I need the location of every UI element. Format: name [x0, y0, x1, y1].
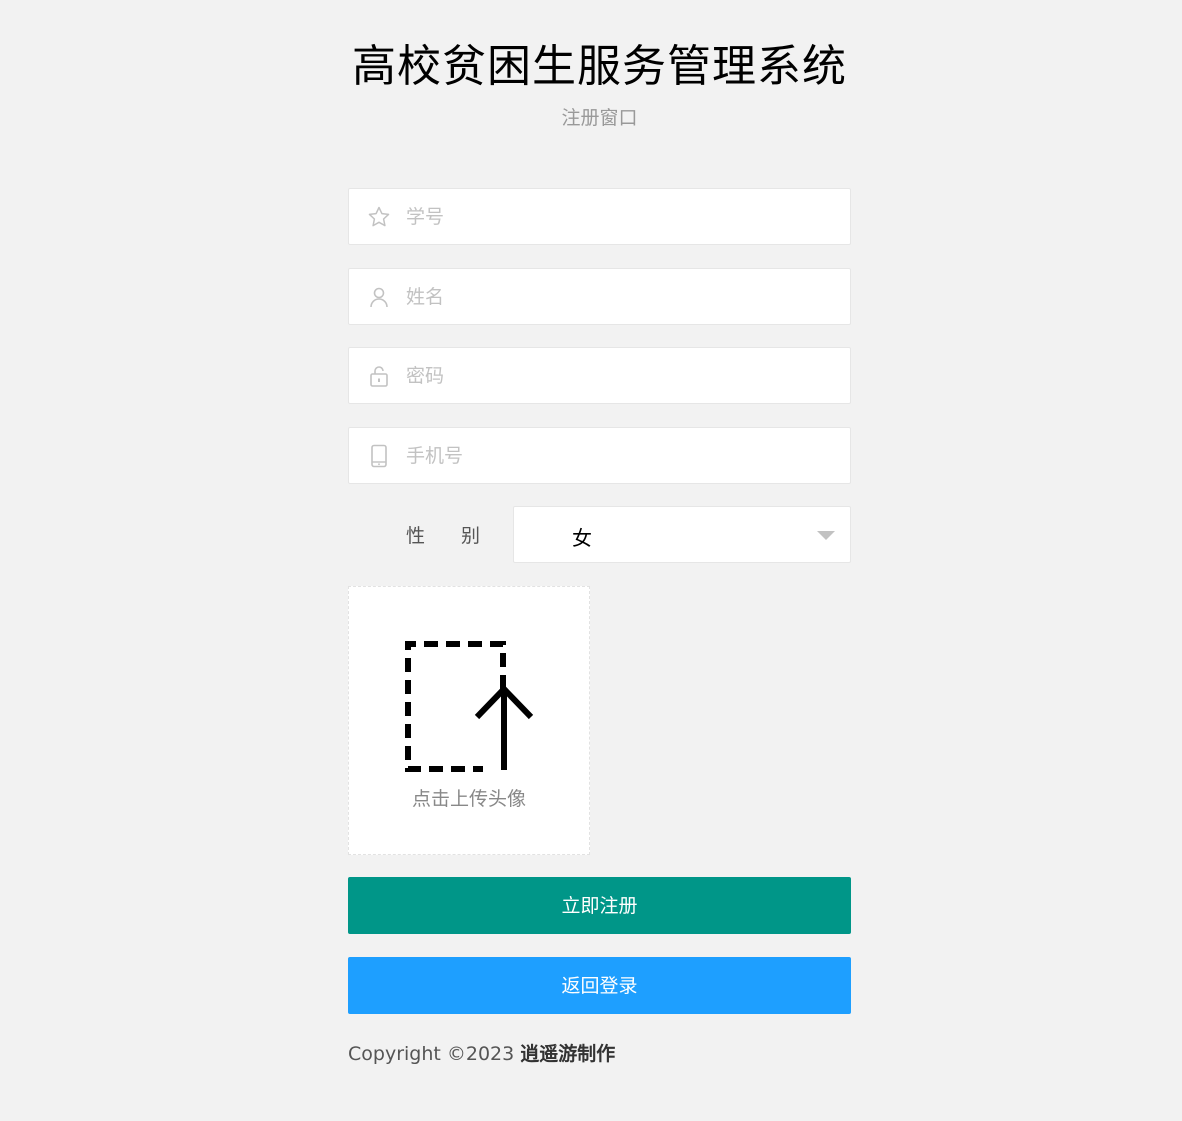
phone-icon	[367, 444, 391, 468]
caret-down-icon	[817, 531, 835, 540]
name-field	[348, 268, 851, 325]
page-title: 高校贫困生服务管理系统	[352, 41, 847, 92]
star-icon	[367, 205, 391, 229]
page-subtitle: 注册窗口	[561, 107, 638, 129]
gender-label: 性别	[406, 525, 517, 547]
footer: Copyright ©2023 逍遥游制作	[348, 1039, 615, 1066]
back-to-login-button[interactable]: 返回登录	[348, 957, 851, 1014]
name-input[interactable]	[406, 269, 836, 324]
password-field	[348, 347, 851, 404]
lock-icon	[367, 364, 391, 388]
avatar-upload[interactable]: 点击上传头像	[348, 586, 590, 855]
password-input[interactable]	[406, 348, 836, 403]
user-icon	[367, 285, 391, 309]
author-text: 逍遥游制作	[520, 1043, 616, 1065]
gender-select[interactable]: 女	[513, 506, 851, 563]
phone-field	[348, 427, 851, 484]
register-button[interactable]: 立即注册	[348, 877, 851, 934]
copyright-text: Copyright ©2023	[348, 1043, 521, 1065]
upload-icon	[405, 641, 534, 772]
gender-selected-value: 女	[572, 526, 592, 550]
student-id-field	[348, 188, 851, 245]
student-id-input[interactable]	[406, 189, 836, 244]
upload-label: 点击上传头像	[411, 788, 526, 810]
phone-input[interactable]	[406, 428, 836, 483]
